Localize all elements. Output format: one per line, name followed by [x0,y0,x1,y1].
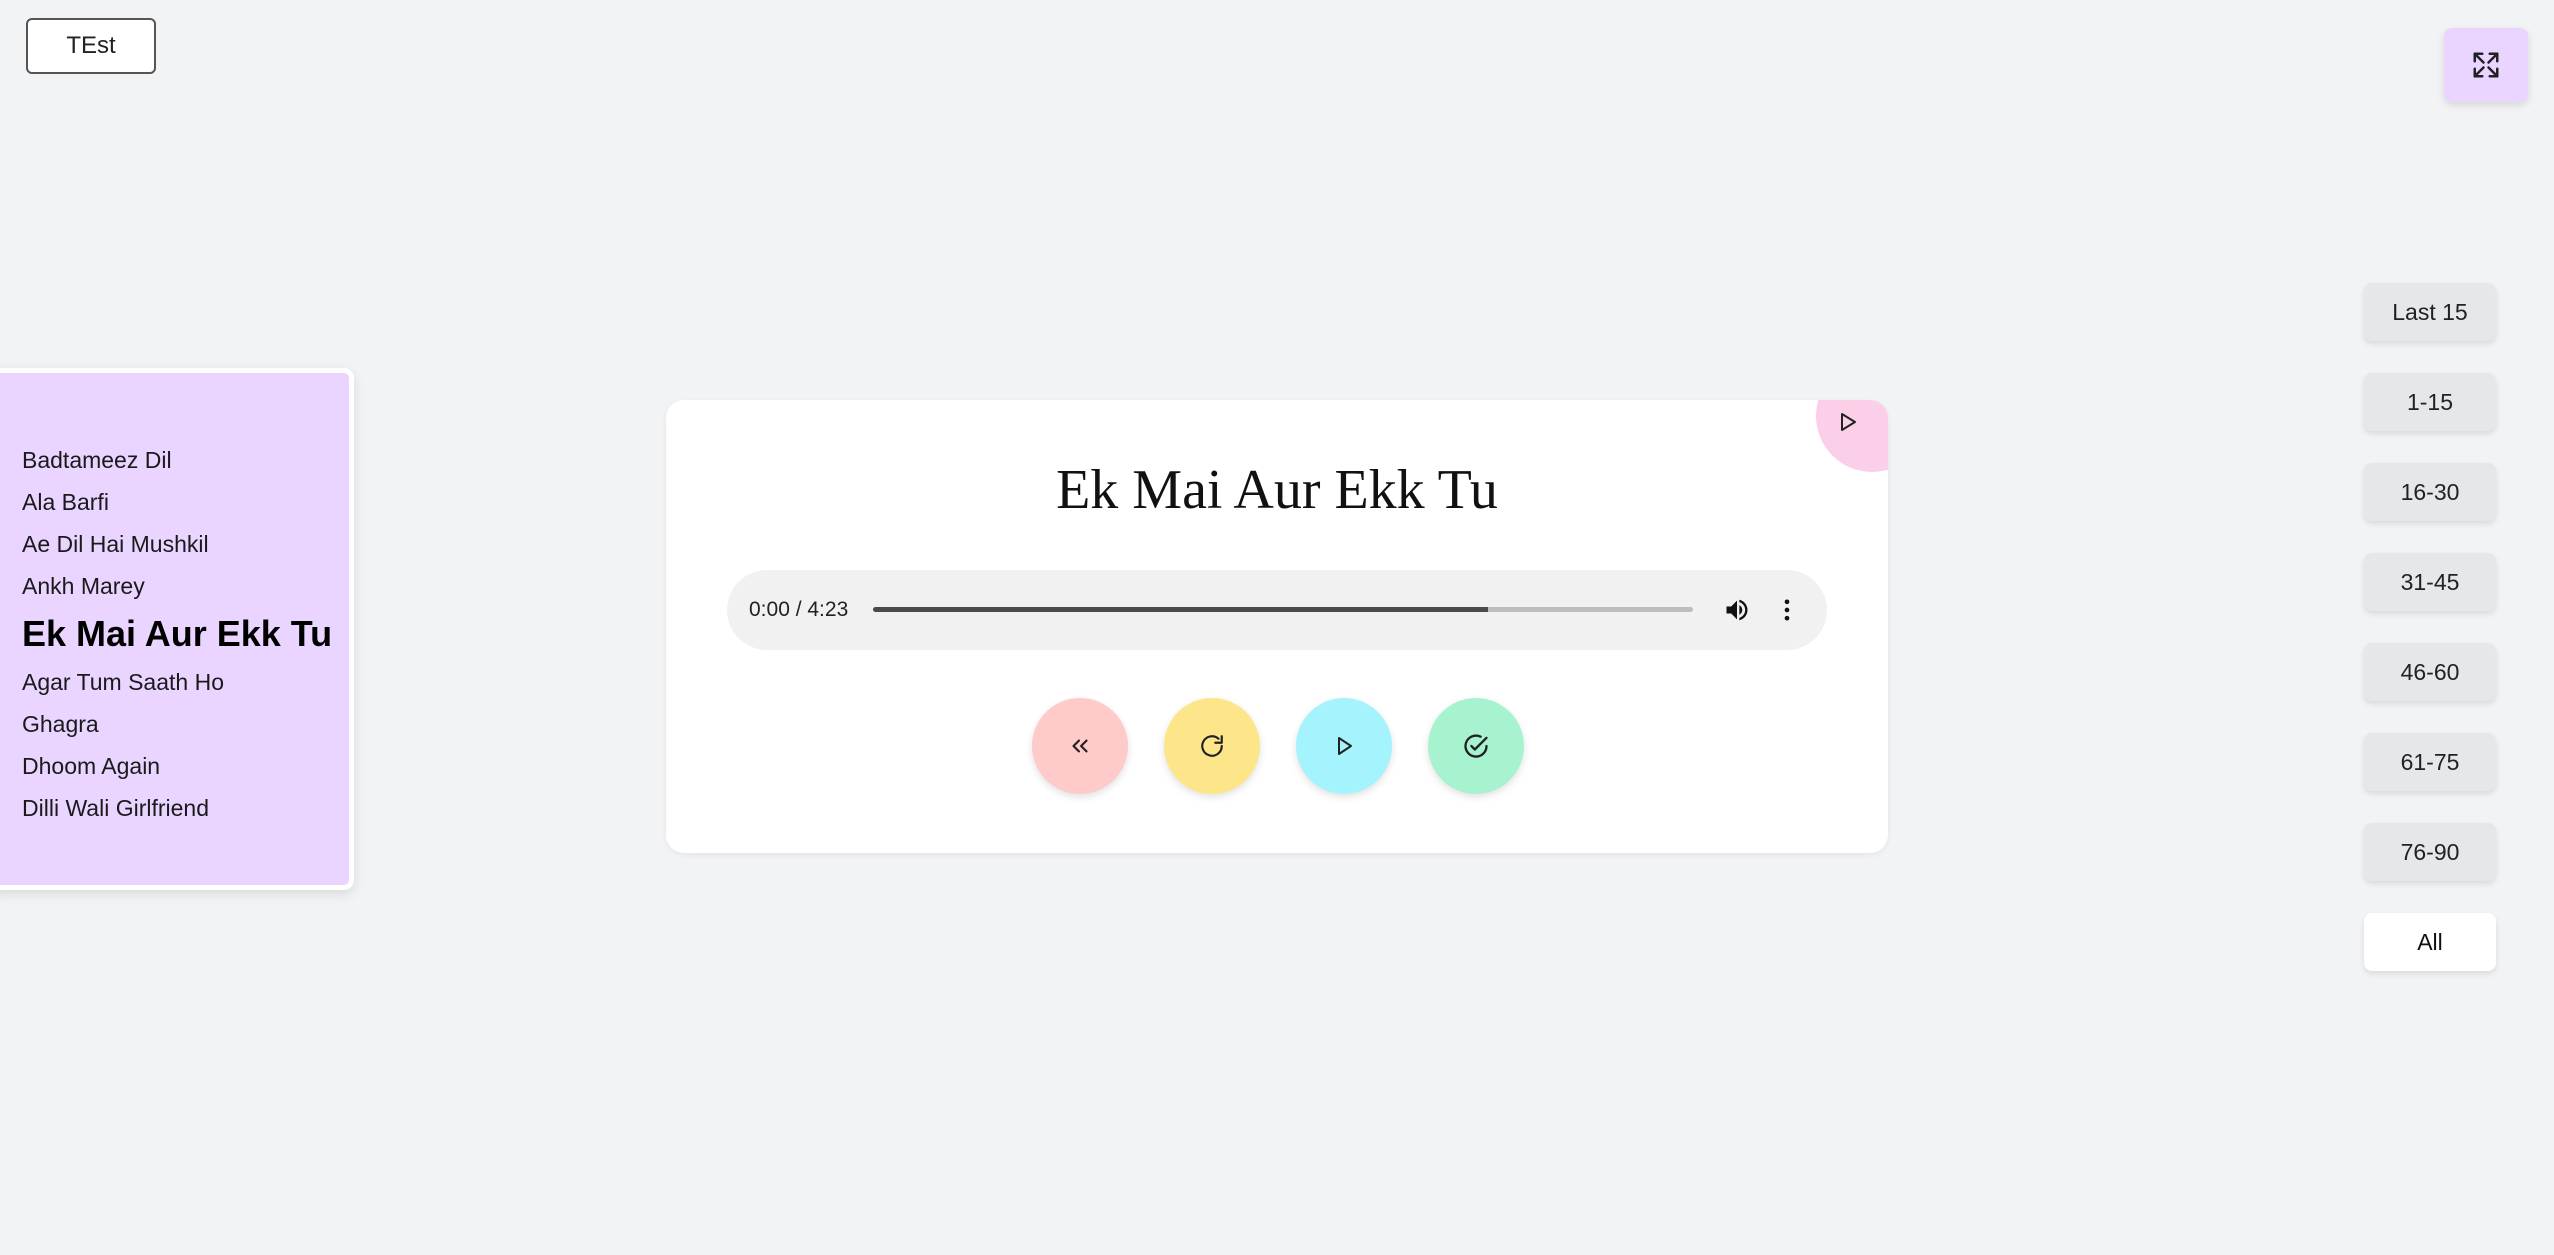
song-list: Badtameez Dil Ala Barfi Ae Dil Hai Mushk… [0,368,354,890]
player-card: Ek Mai Aur Ekk Tu 0:00 / 4:23 [666,400,1888,853]
check-circle-icon [1464,734,1488,758]
song-item[interactable]: Agar Tum Saath Ho [22,661,349,703]
more-options-icon[interactable] [1773,596,1801,624]
volume-icon[interactable] [1723,596,1751,624]
song-item[interactable]: Ae Dil Hai Mushkil [22,523,349,565]
test-button[interactable]: TEst [26,18,156,74]
back-button[interactable] [1032,698,1128,794]
play-icon [1338,737,1352,755]
play-button[interactable] [1296,698,1392,794]
range-button-76-90[interactable]: 76-90 [2364,823,2496,881]
audio-seek-bar[interactable] [873,607,1693,612]
range-button-31-45[interactable]: 31-45 [2364,553,2496,611]
range-button-1-15[interactable]: 1-15 [2364,373,2496,431]
song-item[interactable]: Ankh Marey [22,565,349,607]
song-item[interactable]: Dilli Wali Girlfriend [22,787,349,829]
audio-time: 0:00 / 4:23 [749,598,849,621]
rotate-cw-icon [1201,735,1223,757]
song-item[interactable]: Ghagra [22,703,349,745]
expand-icon [2473,52,2499,78]
song-title: Ek Mai Aur Ekk Tu [1056,459,1498,521]
song-item-active[interactable]: Ek Mai Aur Ekk Tu [22,607,349,661]
range-button-last-15[interactable]: Last 15 [2364,283,2496,341]
fullscreen-button[interactable] [2444,28,2528,102]
range-button-all[interactable]: All [2364,913,2496,971]
audio-progress-fill [873,607,1488,612]
double-chevron-left-icon [1072,739,1088,753]
song-item[interactable]: Ala Barfi [22,481,349,523]
replay-button[interactable] [1164,698,1260,794]
audio-player: 0:00 / 4:23 [727,570,1827,650]
song-item[interactable]: Dhoom Again [22,745,349,787]
done-button[interactable] [1428,698,1524,794]
range-button-61-75[interactable]: 61-75 [2364,733,2496,791]
range-button-16-30[interactable]: 16-30 [2364,463,2496,521]
range-button-46-60[interactable]: 46-60 [2364,643,2496,701]
song-item[interactable]: Badtameez Dil [22,439,349,481]
play-icon [1841,413,1856,431]
